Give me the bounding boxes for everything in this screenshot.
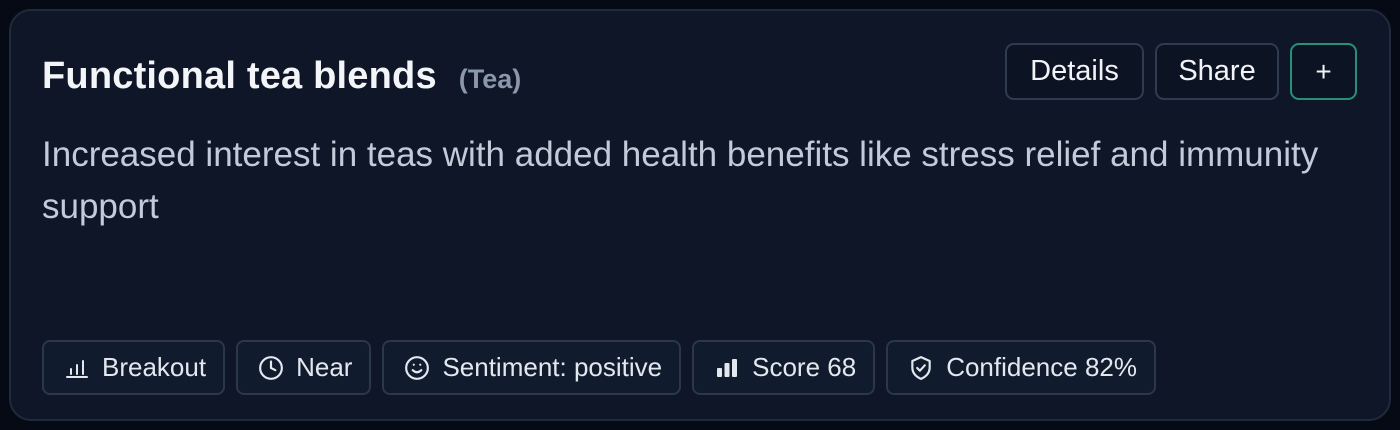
chip-label: Breakout [102, 352, 207, 382]
bar-chart-icon [64, 355, 90, 381]
chip-status: Breakout [42, 340, 226, 395]
chip-label: Sentiment: positive [442, 352, 663, 382]
trend-title: Functional tea blends [42, 55, 437, 97]
chip-label: Near [296, 352, 353, 382]
trend-description: Increased interest in teas with added he… [42, 135, 1319, 226]
clock-icon [258, 355, 284, 381]
chip-label: Confidence 82% [946, 352, 1137, 382]
chip-label: Score 68 [752, 352, 857, 382]
signal-bars-icon [714, 355, 740, 381]
chip-score: Score 68 [692, 340, 876, 395]
details-button[interactable]: Details [1005, 43, 1144, 100]
card-actions: Details Share + [1005, 43, 1357, 100]
add-button[interactable]: + [1290, 43, 1357, 100]
category-tag: (Tea) [458, 64, 522, 94]
smile-icon [404, 355, 430, 381]
chip-confidence: Confidence 82% [886, 340, 1156, 395]
title-row: Functional tea blends (Tea) [42, 55, 521, 98]
metric-chips: Breakout Near Sentiment: positive Score … [42, 340, 1156, 395]
share-button[interactable]: Share [1155, 43, 1279, 100]
chip-horizon: Near [236, 340, 372, 395]
trend-card: Functional tea blends (Tea) Details Shar… [9, 9, 1391, 421]
shield-check-icon [908, 355, 934, 381]
chip-sentiment: Sentiment: positive [382, 340, 682, 395]
